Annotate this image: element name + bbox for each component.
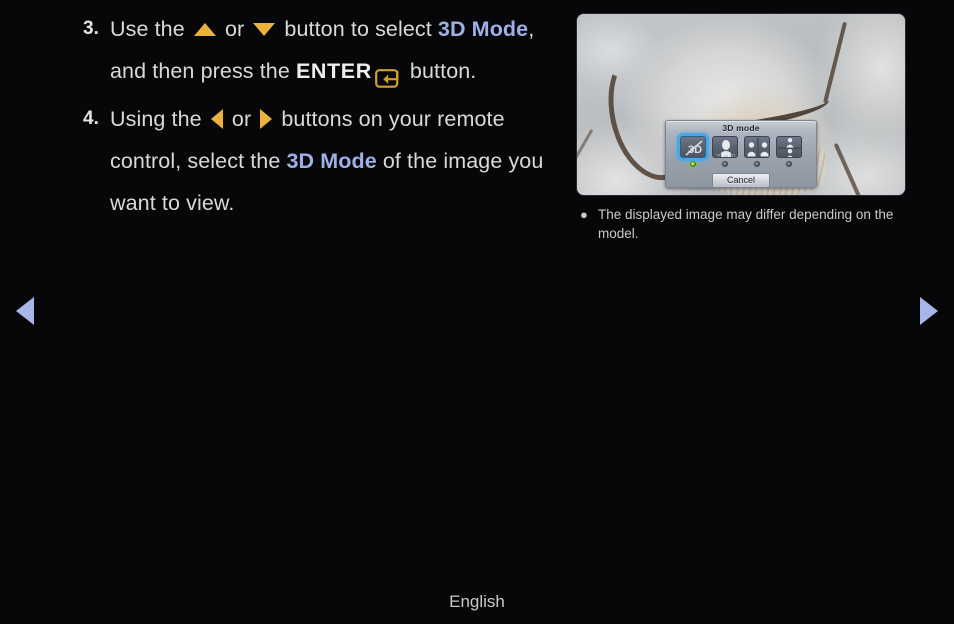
step-text: Use the or button to select 3D Mode, and…	[110, 8, 562, 92]
top-bottom-icon	[776, 136, 802, 158]
cancel-button[interactable]: Cancel	[712, 173, 770, 188]
enter-keyword: ENTER	[295, 59, 372, 83]
language-label: English	[449, 592, 505, 611]
svg-text:2D: 2D	[716, 154, 723, 158]
step4-text-part1: Using the	[110, 107, 208, 131]
screenshot-note: ● The displayed image may differ dependi…	[580, 205, 910, 243]
3d-off-icon: 3D	[680, 136, 706, 158]
arrow-left-icon	[210, 109, 223, 130]
step-number: 4.	[83, 108, 99, 129]
mode-led	[786, 161, 792, 167]
2d-to-3d-icon: 2D 3D	[712, 136, 738, 158]
next-page-button[interactable]	[920, 297, 938, 325]
bullet-icon: ●	[580, 207, 588, 222]
osd-mode-list: 3D 2D 3D	[666, 136, 816, 167]
3d-mode-osd-panel: 3D mode 3D 2D 3D Cancel	[665, 120, 817, 188]
mode-led	[722, 161, 728, 167]
mode-option-3d-off[interactable]: 3D	[680, 136, 706, 167]
highlight-3d-mode: 3D Mode	[437, 17, 529, 41]
osd-title: 3D mode	[722, 123, 760, 133]
step-number: 3.	[83, 18, 99, 39]
note-text: The displayed image may differ depending…	[598, 207, 894, 241]
step3-text-part1: Use the	[110, 17, 191, 41]
mode-option-2d-to-3d[interactable]: 2D 3D	[712, 136, 738, 167]
mode-led	[754, 161, 760, 167]
step3-text-part2: or	[218, 17, 251, 41]
arrow-up-icon	[193, 22, 216, 36]
tv-screenshot: 3D mode 3D 2D 3D Cancel	[577, 14, 905, 195]
step3-text-part3: button to select	[278, 17, 438, 41]
previous-page-button[interactable]	[16, 297, 34, 325]
side-by-side-icon	[744, 136, 770, 158]
highlight-3d-mode: 3D Mode	[286, 149, 377, 173]
instruction-list: 3. Use the or button to select 3D Mode, …	[82, 8, 562, 230]
mode-option-side-by-side[interactable]	[744, 136, 770, 167]
instruction-step-4: 4. Using the or buttons on your remote c…	[82, 98, 562, 224]
step4-text-part2: or	[225, 107, 258, 131]
osd-cancel-row: Cancel	[666, 170, 816, 188]
mode-option-top-bottom[interactable]	[776, 136, 802, 167]
enter-key-icon	[374, 61, 402, 88]
instruction-step-3: 3. Use the or button to select 3D Mode, …	[82, 8, 562, 92]
svg-text:3D: 3D	[688, 144, 702, 156]
arrow-right-icon	[260, 109, 273, 130]
arrow-down-icon	[253, 22, 276, 36]
step3-text-part5: button.	[403, 59, 477, 83]
step-text: Using the or buttons on your remote cont…	[110, 98, 562, 224]
mode-led	[690, 161, 696, 167]
svg-text:3D: 3D	[729, 154, 736, 158]
